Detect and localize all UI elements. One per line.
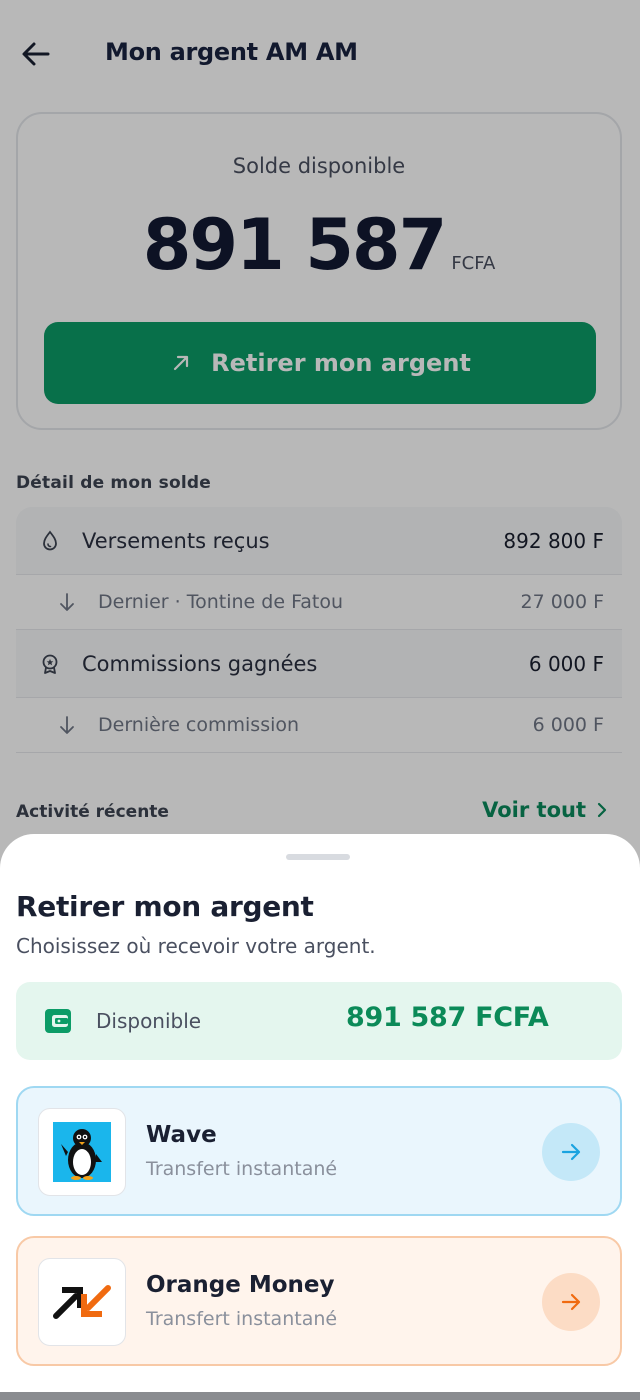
withdraw-option-wave[interactable]: Wave Transfert instantané [16, 1086, 622, 1216]
sheet-drag-handle[interactable] [286, 854, 350, 860]
wave-penguin-icon [53, 1122, 111, 1182]
withdraw-bottom-sheet: Retirer mon argent Choisissez où recevoi… [0, 834, 640, 1392]
orange-money-arrows-icon [53, 1285, 111, 1319]
option-arrow-button[interactable] [542, 1123, 600, 1181]
available-label: Disponible [96, 1009, 202, 1033]
arrow-right-icon [561, 1143, 581, 1161]
option-subtitle: Transfert instantané [146, 1308, 338, 1330]
withdraw-option-orange-money[interactable]: Orange Money Transfert instantané [16, 1236, 622, 1366]
arrow-right-icon [561, 1293, 581, 1311]
wave-logo [38, 1108, 126, 1196]
option-subtitle: Transfert instantané [146, 1158, 338, 1180]
available-balance-box: Disponible 891 587 FCFA [16, 982, 622, 1060]
option-name: Orange Money [146, 1272, 335, 1298]
sheet-title: Retirer mon argent [16, 890, 314, 923]
option-arrow-button[interactable] [542, 1273, 600, 1331]
system-nav-bar [0, 1392, 640, 1400]
option-name: Wave [146, 1122, 217, 1148]
sheet-subtitle: Choisissez où recevoir votre argent. [16, 934, 376, 958]
orange-money-logo [38, 1258, 126, 1346]
wallet-icon [45, 1009, 71, 1033]
available-amount: 891 587 FCFA [346, 1002, 549, 1033]
